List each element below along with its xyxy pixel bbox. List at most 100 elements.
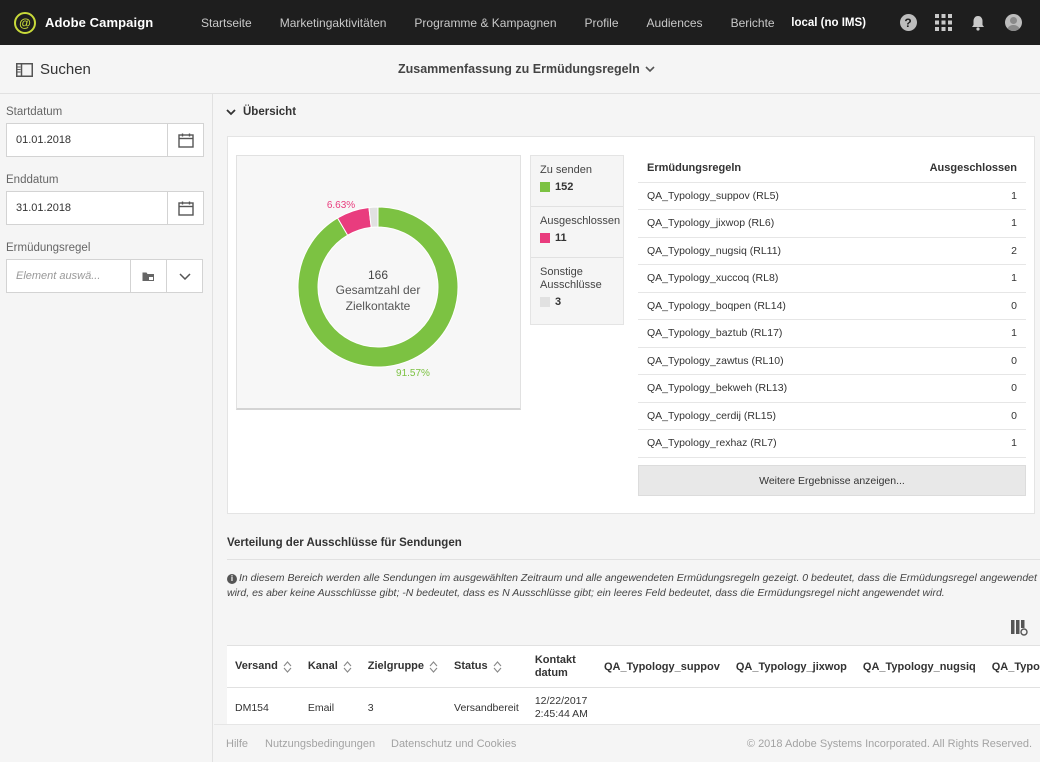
col-header-zielgruppe[interactable]: Zielgruppe: [359, 645, 447, 688]
col-header-rule-jixwop[interactable]: QA_Typology_jixwop: [727, 645, 855, 688]
table-row[interactable]: QA_Typology_boqpen (RL14) 0: [638, 292, 1026, 320]
nav-item-audiences[interactable]: Audiences: [647, 16, 703, 30]
table-header-row: Versand Kanal Zielgruppe Status Kontakt …: [227, 645, 1040, 688]
table-row[interactable]: QA_Typology_zawtus (RL10) 0: [638, 347, 1026, 375]
col-header-kontakt-datum[interactable]: Kontakt datum: [526, 645, 596, 688]
top-navigation-bar: @ Adobe Campaign Startseite Marketingakt…: [0, 0, 1040, 45]
table-row[interactable]: DM154 Email 3 Versandbereit 12/22/2017 2:…: [227, 688, 1040, 728]
legend-item-other: Sonstige Ausschlüsse 3: [531, 258, 623, 324]
fatigue-rule-label: Ermüdungsregel: [6, 242, 91, 254]
chart-legend: Zu senden 152 Ausgeschlossen 11 Sonstige…: [530, 155, 624, 325]
rule-name: QA_Typology_boqpen (RL14): [638, 292, 871, 320]
instance-label[interactable]: local (no IMS): [791, 17, 866, 29]
col-header-rule-nugsiq[interactable]: QA_Typology_nugsiq: [854, 645, 984, 688]
cell-rule-xu: [984, 688, 1040, 728]
col-header-versand[interactable]: Versand: [227, 645, 300, 688]
start-date-calendar-button[interactable]: [167, 123, 204, 157]
rule-excluded-count: 1: [870, 319, 1026, 348]
rule-name: QA_Typology_xuccoq (RL8): [638, 264, 871, 293]
donut-center-total: 166: [368, 268, 388, 282]
col-header-rule-xu[interactable]: QA_Typology_xu: [983, 645, 1040, 688]
nav-item-startseite[interactable]: Startseite: [201, 16, 252, 30]
user-avatar[interactable]: [1004, 14, 1022, 32]
col-label: Status: [454, 660, 488, 673]
help-icon[interactable]: ?: [899, 14, 917, 32]
table-row[interactable]: QA_Typology_cerdij (RL15) 0: [638, 402, 1026, 430]
divider: [227, 559, 1040, 560]
footer-link-terms[interactable]: Nutzungsbedingungen: [265, 738, 375, 750]
cell-kanal: Email: [307, 701, 335, 714]
folder-icon: [142, 272, 154, 281]
rule-name: QA_Typology_suppov (RL5): [638, 182, 871, 210]
end-date-label: Enddatum: [6, 174, 59, 186]
info-icon: i: [227, 574, 237, 584]
browse-folder-button[interactable]: [130, 259, 167, 293]
overview-section-toggle[interactable]: Übersicht: [226, 106, 296, 118]
app-grid-svg: [934, 14, 952, 31]
page-title[interactable]: Zusammenfassung zu Ermüdungsregeln: [398, 62, 655, 76]
nav-item-marketingaktivitaeten[interactable]: Marketingaktivitäten: [280, 16, 387, 30]
legend-swatch-grey: [540, 297, 550, 307]
nav-item-berichte[interactable]: Berichte: [731, 16, 775, 30]
legend-label: Zu senden: [540, 164, 592, 176]
rule-name: QA_Typology_zawtus (RL10): [638, 347, 871, 375]
time-text: 2:45:44 AM: [534, 707, 588, 720]
col-header-kanal[interactable]: Kanal: [299, 645, 360, 688]
fatigue-rules-table: Ermüdungsregeln Ausgeschlossen QA_Typolo…: [638, 155, 1026, 458]
col-label: Zielgruppe: [367, 660, 425, 673]
col-header-rules: Ermüdungsregeln: [638, 155, 871, 183]
table-row[interactable]: QA_Typology_baztub (RL17) 1: [638, 319, 1026, 348]
col-header-excluded: Ausgeschlossen: [870, 155, 1026, 183]
end-date-input[interactable]: 31.01.2018: [6, 191, 168, 225]
distribution-info: i In diesem Bereich werden alle Sendungen…: [227, 571, 1040, 601]
start-date-input[interactable]: 01.01.2018: [6, 123, 168, 157]
table-header-row: Ermüdungsregeln Ausgeschlossen: [638, 155, 1026, 183]
column-settings-button[interactable]: [1011, 620, 1028, 639]
search-panel-toggle[interactable]: Suchen: [16, 61, 91, 78]
overview-title: Übersicht: [243, 106, 297, 118]
rule-name: QA_Typology_baztub (RL17): [638, 319, 871, 348]
rule-name: QA_Typology_rexhaz (RL7): [638, 429, 871, 458]
notifications-bell-icon[interactable]: [969, 14, 987, 32]
filter-panel: Startdatum 01.01.2018 Enddatum 31.01.201…: [0, 94, 213, 762]
donut-label-send-pct: 91.57%: [396, 368, 430, 379]
distribution-title: Verteilung der Ausschlüsse für Sendungen: [227, 537, 462, 549]
cell-rule-suppov: [596, 688, 728, 728]
chevron-down-icon: [226, 108, 236, 115]
rule-excluded-count: 0: [870, 347, 1026, 375]
table-row[interactable]: QA_Typology_suppov (RL5) 1: [638, 182, 1026, 210]
donut-label-excluded-pct: 6.63%: [327, 200, 355, 211]
main-nav: Startseite Marketingaktivitäten Programm…: [201, 16, 803, 30]
table-row[interactable]: QA_Typology_rexhaz (RL7) 1: [638, 429, 1026, 458]
legend-swatch-green: [540, 182, 550, 192]
rule-excluded-count: 1: [870, 264, 1026, 293]
distribution-info-text: In diesem Bereich werden alle Sendungen …: [227, 572, 1037, 599]
fatigue-rule-input[interactable]: Element auswä...: [6, 259, 131, 293]
table-row[interactable]: QA_Typology_bekweh (RL13) 0: [638, 374, 1026, 403]
cell-status: Versandbereit: [454, 701, 519, 714]
donut-center-label-2: Zielkontakte: [346, 299, 411, 313]
nav-item-programme-kampagnen[interactable]: Programme & Kampagnen: [414, 16, 556, 30]
show-more-results-button[interactable]: Weitere Ergebnisse anzeigen...: [638, 465, 1026, 496]
topbar-right: local (no IMS) ?: [791, 0, 1022, 45]
main-content: Übersicht 166 Gesamtzahl der Zielkontakt…: [214, 94, 1040, 762]
bell-svg: [972, 15, 984, 31]
sort-icon: [493, 660, 502, 673]
table-row[interactable]: QA_Typology_nugsiq (RL11) 2: [638, 237, 1026, 265]
table-row[interactable]: QA_Typology_xuccoq (RL8) 1: [638, 264, 1026, 293]
rule-excluded-count: 2: [870, 237, 1026, 265]
table-row[interactable]: QA_Typology_jixwop (RL6) 1: [638, 209, 1026, 238]
rule-dropdown-button[interactable]: [166, 259, 203, 293]
app-grid-icon[interactable]: [934, 14, 952, 32]
app-name: Adobe Campaign: [45, 15, 154, 30]
overview-card: 166 Gesamtzahl der Zielkontakte 6.63% 91…: [227, 136, 1035, 514]
footer-link-help[interactable]: Hilfe: [226, 738, 248, 750]
col-label: Versand: [235, 660, 278, 673]
rule-name: QA_Typology_nugsiq (RL11): [638, 237, 871, 265]
col-header-rule-suppov[interactable]: QA_Typology_suppov: [595, 645, 728, 688]
nav-item-profile[interactable]: Profile: [585, 16, 619, 30]
col-header-status[interactable]: Status: [446, 645, 527, 688]
footer-link-privacy[interactable]: Datenschutz und Cookies: [391, 738, 516, 750]
end-date-calendar-button[interactable]: [167, 191, 204, 225]
brand[interactable]: @ Adobe Campaign: [14, 11, 194, 34]
